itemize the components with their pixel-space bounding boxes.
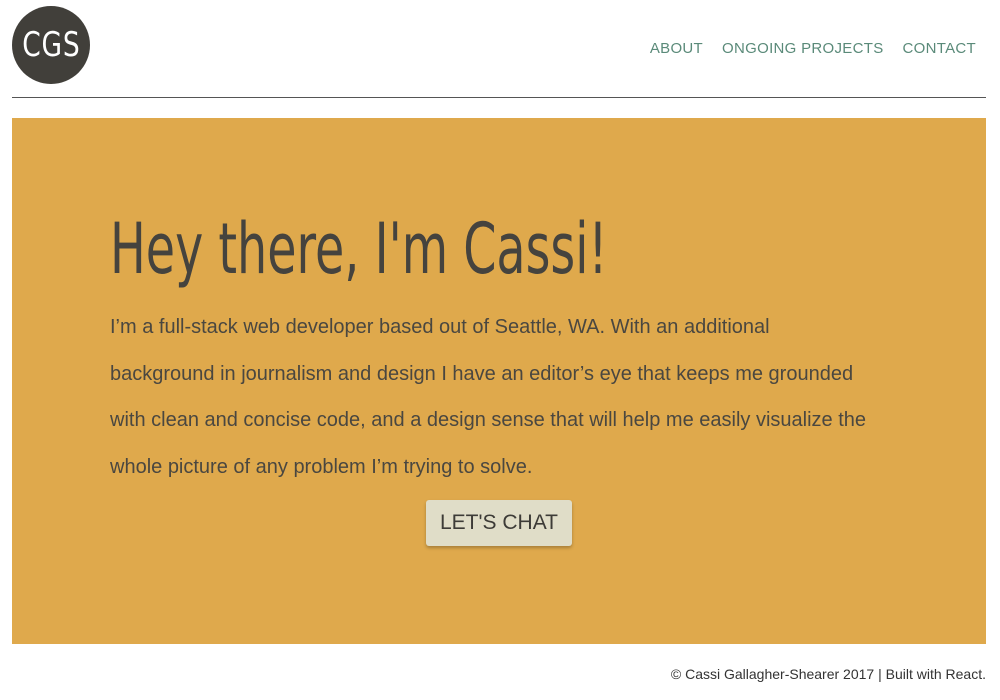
hero-title: Hey there, I'm Cassi!: [110, 208, 608, 290]
page: CGS ABOUT ONGOING PROJECTS CONTACT Hey t…: [0, 0, 1000, 700]
site-header: CGS ABOUT ONGOING PROJECTS CONTACT: [0, 0, 1000, 98]
nav-link-contact[interactable]: CONTACT: [903, 40, 976, 57]
logo-text: CGS: [21, 25, 81, 65]
header-divider: [12, 97, 986, 98]
nav-link-about[interactable]: ABOUT: [650, 40, 703, 57]
lets-chat-button[interactable]: LET'S CHAT: [426, 500, 572, 546]
hero-intro-text: I’m a full-stack web developer based out…: [110, 316, 866, 478]
logo[interactable]: CGS: [12, 6, 90, 84]
site-footer: © Cassi Gallagher-Shearer 2017 | Built w…: [670, 666, 986, 682]
main-nav: ABOUT ONGOING PROJECTS CONTACT: [650, 40, 976, 57]
nav-link-ongoing-projects[interactable]: ONGOING PROJECTS: [722, 40, 883, 57]
hero-section: Hey there, I'm Cassi! I’m a full-stack w…: [12, 118, 986, 644]
